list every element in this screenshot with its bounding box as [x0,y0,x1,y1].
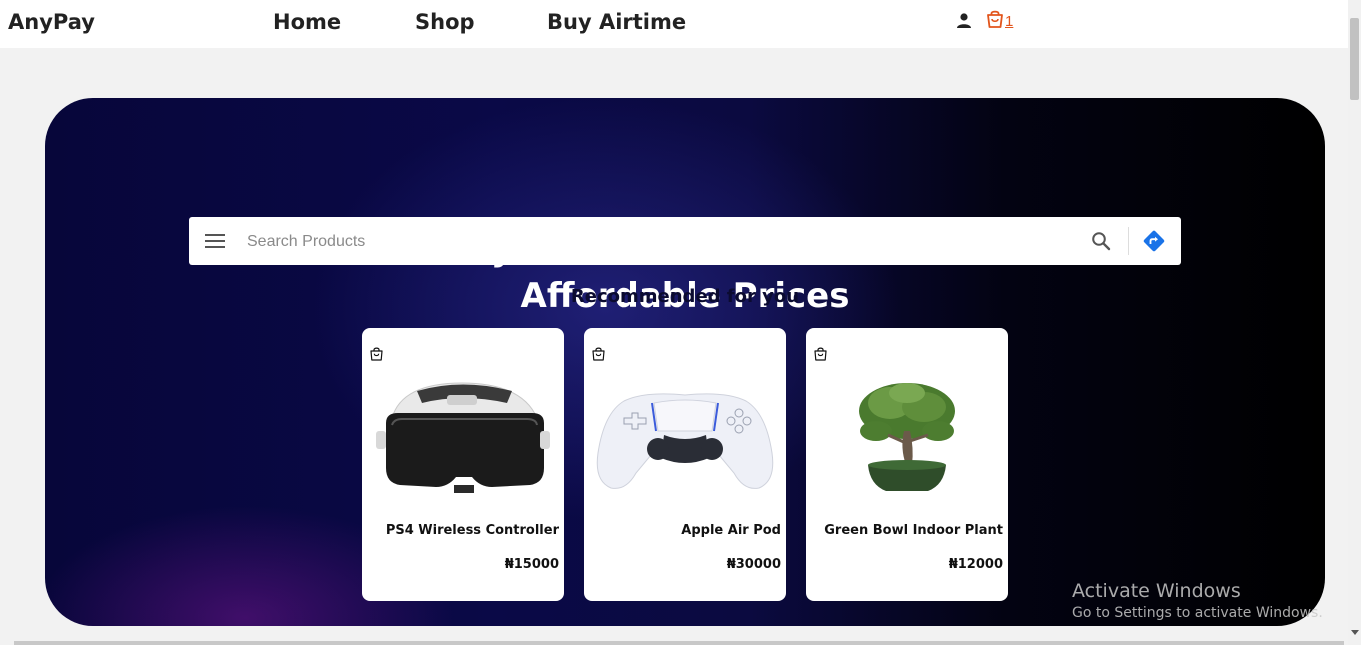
watermark-subtitle: Go to Settings to activate Windows. [1072,605,1323,621]
product-price: ₦30000 [726,557,781,572]
windows-activation-watermark: Activate Windows Go to Settings to activ… [1072,580,1323,621]
product-name: Green Bowl Indoor Plant [824,523,1003,538]
product-card[interactable]: PS4 Wireless Controller ₦15000 [362,328,564,601]
nav-shop-link[interactable]: Shop [415,10,475,34]
vr-headset-image [376,382,550,493]
user-icon[interactable] [955,12,973,30]
watermark-title: Activate Windows [1072,580,1241,602]
search-input[interactable] [245,229,1069,255]
game-controller-image [596,393,774,489]
nav-buy-airtime-link[interactable]: Buy Airtime [547,10,686,34]
horizontal-scrollbar[interactable] [14,641,1344,645]
cart-icon[interactable] [985,10,1005,30]
bonsai-plant-image [859,383,955,491]
recommended-title: Recommended for you [570,286,800,307]
cart-count-badge[interactable]: 1 [1005,13,1013,30]
directions-icon[interactable] [1143,230,1165,252]
product-name: Apple Air Pod [681,523,781,538]
product-name: PS4 Wireless Controller [385,523,559,538]
scroll-down-arrow-icon[interactable] [1351,630,1359,635]
search-icon[interactable] [1091,231,1111,251]
scrollbar-thumb[interactable] [1350,18,1359,100]
menu-icon[interactable] [205,234,225,248]
shopping-bag-icon[interactable] [592,347,605,361]
shopping-bag-icon[interactable] [370,347,383,361]
product-price: ₦12000 [948,557,1003,572]
brand-logo[interactable]: AnyPay [8,10,95,34]
search-divider [1128,227,1129,255]
product-card[interactable]: Apple Air Pod ₦30000 [584,328,786,601]
top-navbar: AnyPay Home Shop Buy Airtime 1 [0,0,1348,48]
shopping-bag-icon[interactable] [814,347,827,361]
nav-home-link[interactable]: Home [273,10,341,34]
vertical-scrollbar[interactable] [1348,0,1361,645]
search-bar [189,217,1181,265]
product-card[interactable]: Green Bowl Indoor Plant ₦12000 [806,328,1008,601]
product-price: ₦15000 [504,557,559,572]
